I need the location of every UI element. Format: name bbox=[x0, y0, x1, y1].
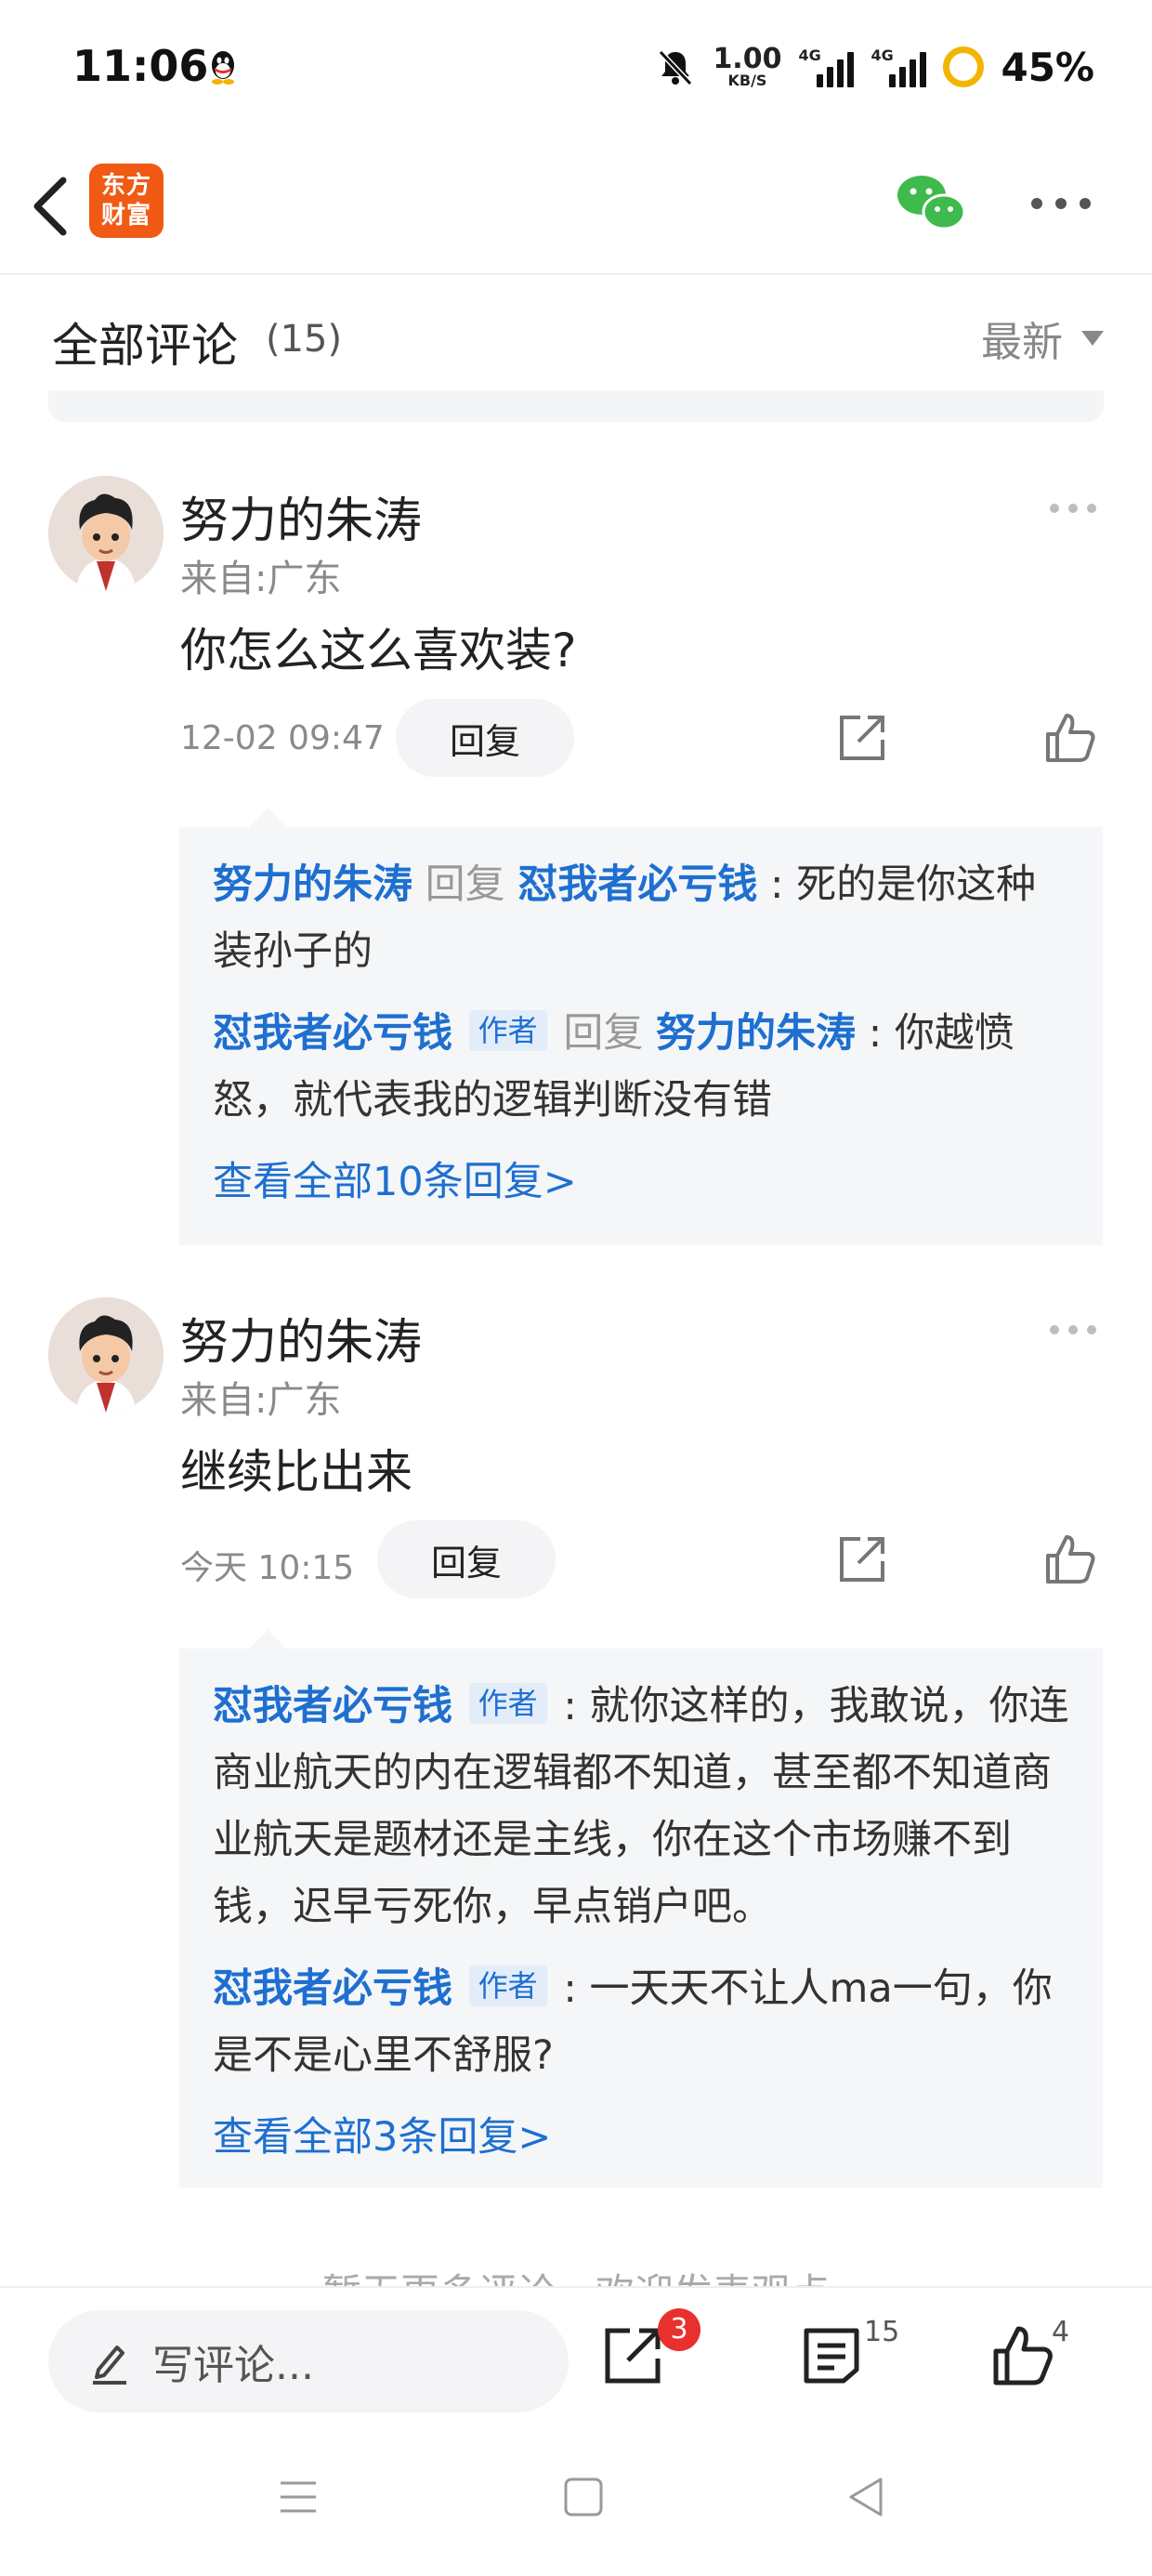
signal-tag: 4G bbox=[871, 46, 894, 64]
comment-author[interactable]: 努力的朱涛 bbox=[180, 1303, 422, 1373]
comments-count: 15 bbox=[864, 2316, 900, 2348]
reply-word: 回复 bbox=[563, 1010, 644, 1057]
reply-target[interactable]: 努力的朱涛 bbox=[656, 1010, 856, 1057]
share-icon[interactable] bbox=[836, 1533, 888, 1585]
reply-author[interactable]: 怼我者必亏钱 bbox=[213, 1010, 452, 1057]
pencil-icon bbox=[93, 2346, 126, 2385]
status-bar: 11:06 1.00 KB/S 4G 4G 45% bbox=[0, 0, 1152, 139]
previous-card-edge bbox=[48, 390, 1104, 422]
caret-down-icon bbox=[1081, 331, 1104, 346]
home-icon[interactable] bbox=[560, 2474, 607, 2520]
mute-icon bbox=[659, 49, 693, 86]
comment-location: 来自:广东 bbox=[180, 1379, 342, 1422]
net-speed-value: 1.00 bbox=[713, 43, 782, 75]
menu-icon[interactable] bbox=[275, 2474, 321, 2520]
bottom-action-bar: 写评论... 3 15 4 bbox=[0, 2286, 1152, 2416]
reply-pointer bbox=[249, 1630, 286, 1649]
avatar-image bbox=[48, 1297, 164, 1413]
like-icon[interactable] bbox=[1042, 1531, 1098, 1587]
avatar[interactable] bbox=[48, 476, 164, 591]
reply-author[interactable]: 怼我者必亏钱 bbox=[213, 1965, 452, 2012]
view-all-replies-link[interactable]: 查看全部10条回复> bbox=[213, 1149, 1069, 1216]
net-speed: 1.00 KB/S bbox=[713, 46, 781, 88]
comment-text: 继续比出来 bbox=[180, 1445, 412, 1499]
comment-time: 今天 10:15 bbox=[180, 1549, 355, 1587]
net-speed-unit: KB/S bbox=[727, 72, 767, 89]
reply-word: 回复 bbox=[425, 861, 505, 908]
write-comment-input[interactable]: 写评论... bbox=[48, 2310, 569, 2412]
reply-button[interactable]: 回复 bbox=[396, 699, 574, 777]
back-triangle-icon[interactable] bbox=[844, 2474, 890, 2520]
reply-item[interactable]: 怼我者必亏钱 作者 回复 努力的朱涛 : 你越愤怒，就代表我的逻辑判断没有错 bbox=[213, 1000, 1069, 1134]
logo-line: 东方 bbox=[100, 172, 151, 200]
reply-author[interactable]: 怼我者必亏钱 bbox=[213, 1683, 452, 1729]
comment-location: 来自:广东 bbox=[180, 558, 342, 600]
system-nav-bar bbox=[0, 2416, 1152, 2576]
comment-more-icon[interactable] bbox=[1050, 1325, 1096, 1334]
sort-label: 最新 bbox=[981, 319, 1063, 366]
share-icon[interactable] bbox=[600, 2323, 665, 2388]
view-all-replies-link[interactable]: 查看全部3条回复> bbox=[213, 2104, 1069, 2171]
sort-dropdown[interactable]: 最新 bbox=[981, 309, 1104, 368]
avatar-image bbox=[48, 476, 164, 591]
app-logo: 东方 财富 bbox=[89, 164, 164, 238]
page-title: 全部评论 bbox=[52, 319, 238, 373]
share-icon[interactable] bbox=[836, 712, 888, 764]
comment-text: 你怎么这么喜欢装? bbox=[180, 624, 577, 677]
like-icon[interactable] bbox=[1042, 710, 1098, 766]
author-badge: 作者 bbox=[468, 1010, 547, 1051]
comment-time: 12-02 09:47 bbox=[180, 719, 385, 757]
reply-item[interactable]: 怼我者必亏钱 作者 : 就你这样的，我敢说，你连商业航天的内在逻辑都不知道，甚至… bbox=[213, 1673, 1069, 1940]
status-indicators: 1.00 KB/S 4G 4G 45% bbox=[655, 41, 1094, 93]
reply-target[interactable]: 怼我者必亏钱 bbox=[517, 861, 757, 908]
signal-icon: 4G bbox=[871, 46, 927, 87]
more-icon[interactable] bbox=[1031, 190, 1096, 217]
reply-thread: 努力的朱涛 回复 怼我者必亏钱 : 死的是你这种装孙子的 怼我者必亏钱 作者 回… bbox=[179, 827, 1103, 1245]
logo-line: 财富 bbox=[100, 202, 151, 230]
author-badge: 作者 bbox=[468, 1683, 547, 1724]
signal-tag: 4G bbox=[798, 46, 821, 64]
comment-more-icon[interactable] bbox=[1050, 504, 1096, 513]
reply-button[interactable]: 回复 bbox=[377, 1520, 556, 1598]
like-icon[interactable] bbox=[990, 2323, 1055, 2388]
comments-header: 全部评论 (15) 最新 bbox=[0, 275, 1152, 400]
wechat-icon[interactable] bbox=[896, 173, 966, 234]
reply-item[interactable]: 怼我者必亏钱 作者 : 一天天不让人ma一句，你是不是心里不舒服? bbox=[213, 1955, 1069, 2089]
qq-icon bbox=[212, 51, 234, 85]
battery-icon bbox=[943, 46, 985, 87]
reply-thread: 怼我者必亏钱 作者 : 就你这样的，我敢说，你连商业航天的内在逻辑都不知道，甚至… bbox=[179, 1649, 1103, 2188]
input-placeholder: 写评论... bbox=[152, 2342, 314, 2389]
author-badge: 作者 bbox=[468, 1965, 547, 2006]
back-icon[interactable] bbox=[24, 169, 80, 243]
reply-author[interactable]: 努力的朱涛 bbox=[213, 861, 412, 908]
avatar[interactable] bbox=[48, 1297, 164, 1413]
battery-level: 45% bbox=[1001, 44, 1094, 90]
comment-author[interactable]: 努力的朱涛 bbox=[180, 481, 422, 551]
signal-icon: 4G bbox=[798, 46, 855, 87]
status-time: 11:06 bbox=[72, 41, 209, 91]
reply-item[interactable]: 努力的朱涛 回复 怼我者必亏钱 : 死的是你这种装孙子的 bbox=[213, 851, 1069, 985]
likes-count: 4 bbox=[1052, 2316, 1070, 2348]
no-more-comments-note: 暂无更多评论，欢迎发表观点 bbox=[0, 2256, 1152, 2290]
list-icon[interactable] bbox=[799, 2323, 864, 2388]
nav-bar: 东方 财富 bbox=[0, 139, 1152, 275]
share-badge: 3 bbox=[658, 2308, 700, 2351]
comment-count: (15) bbox=[266, 318, 343, 361]
reply-pointer bbox=[249, 808, 286, 827]
